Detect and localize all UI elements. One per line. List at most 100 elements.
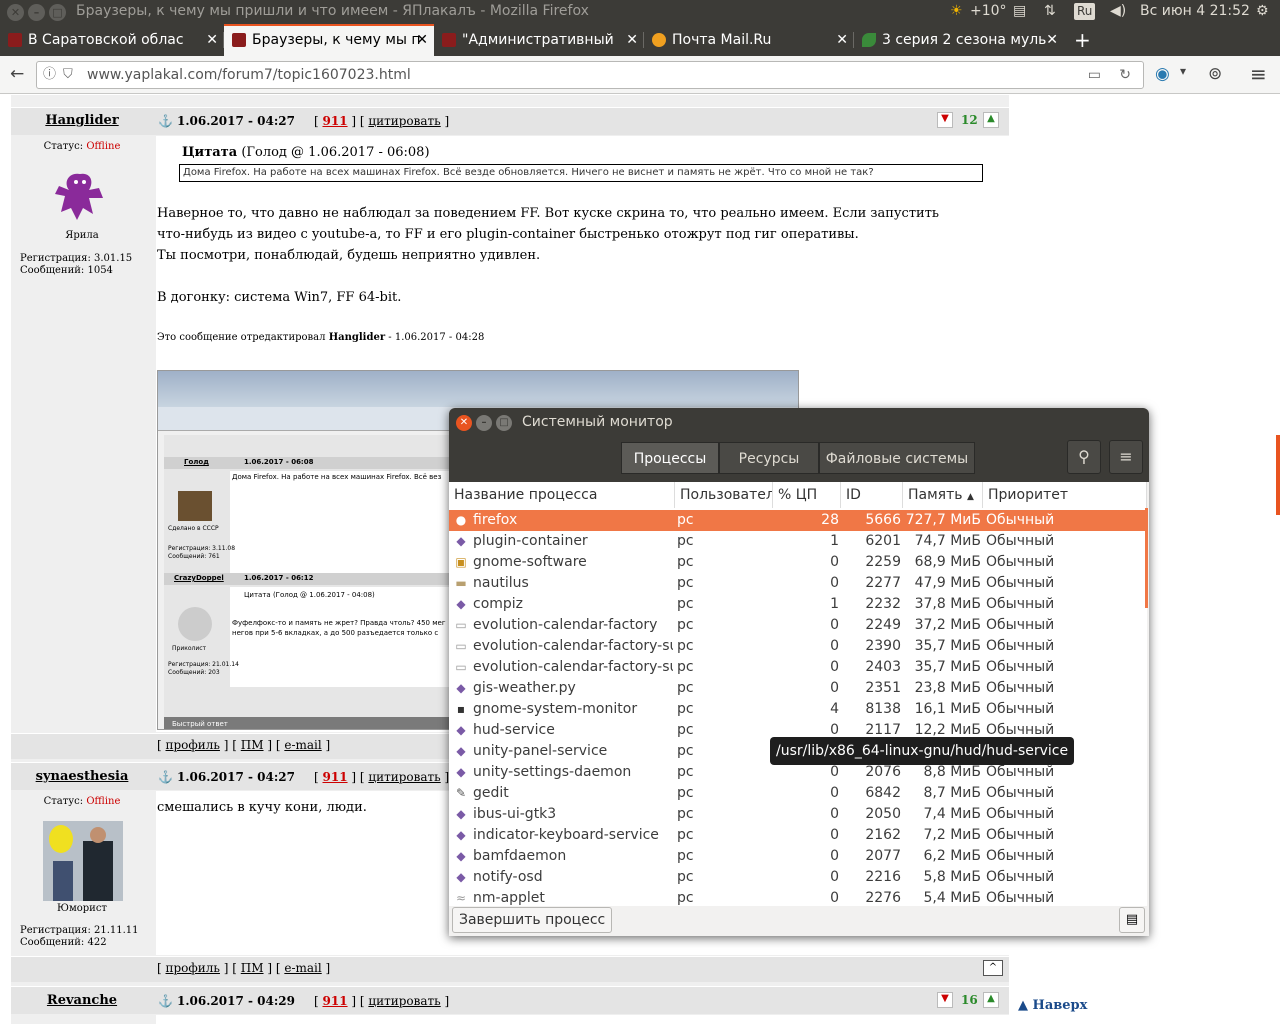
- thumbs-down-icon[interactable]: ▼: [937, 992, 953, 1008]
- weather-icon[interactable]: ☀: [950, 3, 963, 19]
- process-list: ● firefox pc 28 5666 727,7 МиБ Обычный ◆ plugin-…: [449, 508, 1147, 906]
- close-window-icon[interactable]: ✕: [7, 4, 24, 21]
- anchor-icon[interactable]: ⚓: [158, 770, 173, 784]
- process-row[interactable]: ◆ unity-settings-daemon pc 0 2076 8,8 МиБ Обыч…: [449, 762, 1147, 783]
- process-row[interactable]: ▪ gnome-system-monitor pc 4 8138 16,1 МиБ Обыч…: [449, 699, 1147, 720]
- close-tab-icon[interactable]: ✕: [416, 26, 428, 54]
- chevron-down-icon[interactable]: ▾: [1180, 64, 1186, 78]
- process-row[interactable]: ✎ gedit pc 0 6842 8,7 МиБ Обычный: [449, 783, 1147, 804]
- close-tab-icon[interactable]: ✕: [626, 24, 638, 56]
- email-link[interactable]: e-mail: [284, 738, 321, 752]
- end-process-button[interactable]: Завершить процесс: [452, 907, 613, 933]
- clipboard-icon[interactable]: ▤: [1013, 3, 1026, 19]
- post-author[interactable]: synaesthesia: [11, 769, 153, 784]
- info-icon[interactable]: ⓘ: [43, 62, 56, 88]
- settings-gear-icon[interactable]: ⚙: [1256, 3, 1269, 19]
- menu-hamburger-icon[interactable]: ≡: [1250, 62, 1267, 86]
- tab-processes[interactable]: Процессы: [621, 442, 719, 474]
- new-tab-button[interactable]: +: [1066, 24, 1098, 56]
- post-number[interactable]: 911: [323, 994, 348, 1008]
- post-number[interactable]: 911: [323, 770, 348, 784]
- process-row[interactable]: ◆ plugin-container pc 1 6201 74,7 МиБ Обычный: [449, 531, 1147, 552]
- pm-link[interactable]: ПМ: [241, 738, 264, 752]
- col-user[interactable]: Пользовател: [675, 482, 773, 508]
- process-row[interactable]: ◆ indicator-keyboard-service pc 0 2162 7,2 Ми…: [449, 825, 1147, 846]
- list-scrollbar[interactable]: [1145, 508, 1148, 608]
- minimize-window-icon[interactable]: –: [28, 4, 45, 21]
- nav-up-link[interactable]: ▲ Наверх: [1018, 998, 1087, 1013]
- url-bar[interactable]: ⓘ ⛉ www.yaplakal.com/forum7/topic1607023…: [36, 61, 1144, 89]
- process-icon: ◆: [456, 597, 466, 611]
- sysmon-title: Системный монитор: [522, 414, 673, 430]
- process-row[interactable]: ◆ compiz pc 1 2232 37,8 МиБ Обычный: [449, 594, 1147, 615]
- profile-link[interactable]: профиль: [166, 738, 220, 752]
- page-scrollbar[interactable]: [1276, 435, 1280, 515]
- process-row[interactable]: ◆ notify-osd pc 0 2216 5,8 МиБ Обычный: [449, 867, 1147, 888]
- quote-button[interactable]: цитировать: [368, 994, 440, 1008]
- profile-link[interactable]: профиль: [166, 961, 220, 975]
- minimize-icon[interactable]: –: [476, 415, 492, 431]
- tab-cartoon[interactable]: 3 серия 2 сезона муль ✕: [854, 24, 1064, 56]
- tab-browsers[interactable]: Браузеры, к чему мы п ✕: [224, 24, 434, 56]
- anchor-icon[interactable]: ⚓: [158, 114, 173, 128]
- process-memory: 74,7 МиБ: [914, 533, 981, 549]
- process-row[interactable]: ◆ ibus-ui-gtk3 pc 0 2050 7,4 МиБ Обычный: [449, 804, 1147, 825]
- quote-button[interactable]: цитировать: [368, 770, 440, 784]
- up-arrow-icon: ▲: [1018, 998, 1028, 1013]
- volume-icon[interactable]: ◀): [1110, 3, 1126, 19]
- col-priority[interactable]: Приоритет: [983, 482, 1147, 508]
- tab-resources[interactable]: Ресурсы: [719, 442, 819, 474]
- process-row[interactable]: ▭ evolution-calendar-factory-su pc 0 2403 35,…: [449, 657, 1147, 678]
- reload-icon[interactable]: ↻: [1119, 62, 1131, 88]
- tab-mail[interactable]: Почта Mail.Ru ✕: [644, 24, 854, 56]
- keyboard-layout[interactable]: Ru: [1074, 3, 1096, 20]
- pm-link[interactable]: ПМ: [241, 961, 264, 975]
- thumbs-up-icon[interactable]: ▲: [983, 112, 999, 128]
- weather-temp[interactable]: +10°: [970, 3, 1007, 19]
- search-icon[interactable]: ⚲: [1067, 440, 1101, 474]
- maximize-window-icon[interactable]: □: [49, 4, 66, 21]
- process-row[interactable]: ◆ gis-weather.py pc 0 2351 23,8 МиБ Обычный: [449, 678, 1147, 699]
- reader-view-icon[interactable]: ▭: [1088, 62, 1101, 88]
- yaplakal-icon: [232, 33, 246, 47]
- process-row[interactable]: ▬ nautilus pc 0 2277 47,9 МиБ Обычный: [449, 573, 1147, 594]
- tab-saratov[interactable]: В Саратовской облас ✕: [0, 24, 224, 56]
- process-properties-icon[interactable]: ▤: [1119, 907, 1145, 933]
- col-memory[interactable]: Память ▲: [903, 482, 983, 508]
- anchor-icon[interactable]: ⚓: [158, 994, 173, 1008]
- close-tab-icon[interactable]: ✕: [206, 24, 218, 56]
- process-row[interactable]: ▭ evolution-calendar-factory-su pc 0 2390 35,…: [449, 636, 1147, 657]
- tab-administrative[interactable]: "Административный ✕: [434, 24, 644, 56]
- clock[interactable]: Вс июн 4 21:52: [1140, 3, 1250, 19]
- url-text[interactable]: www.yaplakal.com/forum7/topic1607023.htm…: [87, 67, 411, 83]
- process-row[interactable]: ● firefox pc 28 5666 727,7 МиБ Обычный: [449, 510, 1147, 531]
- scroll-top-icon[interactable]: ^: [983, 960, 1003, 976]
- col-id[interactable]: ID: [841, 482, 903, 508]
- addon-icon[interactable]: ⊚: [1208, 64, 1222, 84]
- menu-icon[interactable]: ≡: [1109, 440, 1143, 474]
- post-author[interactable]: Revanche: [11, 993, 153, 1008]
- thumbs-down-icon[interactable]: ▼: [937, 112, 953, 128]
- back-arrow-icon[interactable]: ←: [10, 64, 24, 84]
- post-number[interactable]: 911: [323, 114, 348, 128]
- close-tab-icon[interactable]: ✕: [1046, 24, 1058, 56]
- post-author[interactable]: Hanglider: [11, 113, 153, 128]
- quote-button[interactable]: цитировать: [368, 114, 440, 128]
- sync-icon[interactable]: ◉: [1155, 64, 1170, 84]
- close-icon[interactable]: ✕: [456, 415, 472, 431]
- shield-icon[interactable]: ⛉: [63, 62, 73, 88]
- network-icon[interactable]: ⇅: [1044, 3, 1056, 19]
- col-cpu[interactable]: % ЦП: [773, 482, 841, 508]
- process-row[interactable]: ◆ bamfdaemon pc 0 2077 6,2 МиБ Обычный: [449, 846, 1147, 867]
- col-process-name[interactable]: Название процесса: [449, 482, 675, 508]
- close-tab-icon[interactable]: ✕: [836, 24, 848, 56]
- process-user: pc: [677, 659, 694, 675]
- thumbs-up-icon[interactable]: ▲: [983, 992, 999, 1008]
- process-row[interactable]: ≈ nm-applet pc 0 2276 5,4 МиБ Обычный: [449, 888, 1147, 906]
- process-row[interactable]: ▭ evolution-calendar-factory pc 0 2249 37,2 М…: [449, 615, 1147, 636]
- email-link[interactable]: e-mail: [284, 961, 321, 975]
- process-row[interactable]: ▣ gnome-software pc 0 2259 68,9 МиБ Обычный: [449, 552, 1147, 573]
- process-user: pc: [677, 638, 694, 654]
- maximize-icon[interactable]: □: [496, 415, 512, 431]
- tab-filesystems[interactable]: Файловые системы: [819, 442, 975, 474]
